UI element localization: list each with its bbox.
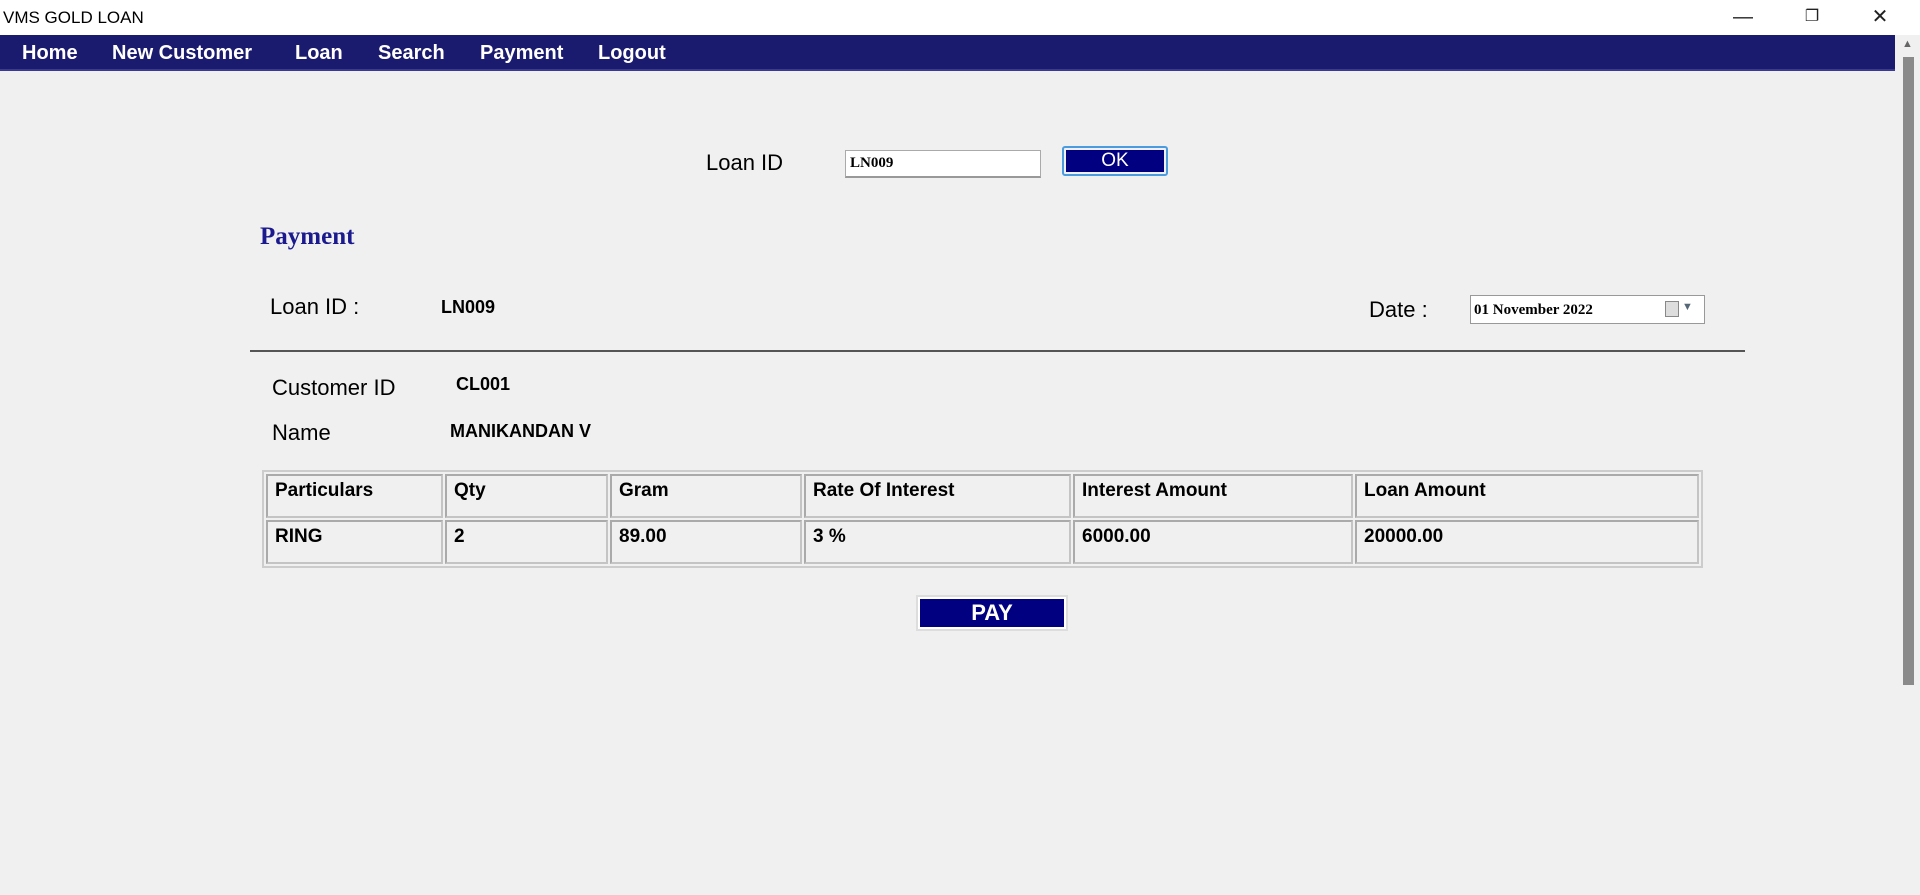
close-icon[interactable]: ✕ <box>1860 4 1900 30</box>
pay-button[interactable]: PAY <box>916 595 1068 631</box>
scrollbar-thumb[interactable] <box>1903 57 1914 685</box>
scrollbar[interactable]: ▲ <box>1897 35 1920 895</box>
name-value: MANIKANDAN V <box>450 421 591 441</box>
date-picker[interactable]: 01 November 2022 ▼ <box>1470 295 1705 324</box>
scroll-up-icon[interactable]: ▲ <box>1902 38 1913 50</box>
cell-rate: 3 % <box>804 520 1071 564</box>
nav-bar: Home New Customer Loan Search Payment Lo… <box>0 35 1895 71</box>
table-row: RING 2 89.00 3 % 6000.00 20000.00 <box>266 520 1699 564</box>
header-rate: Rate Of Interest <box>804 474 1071 518</box>
loan-id-label: Loan ID : <box>270 294 360 319</box>
date-value: 01 November 2022 <box>1474 302 1593 318</box>
nav-search[interactable]: Search <box>378 42 445 65</box>
title-bar: VMS GOLD LOAN — ❐ ✕ <box>0 0 1920 35</box>
nav-payment[interactable]: Payment <box>480 42 563 65</box>
loan-id-input[interactable] <box>845 150 1041 178</box>
divider <box>250 350 1745 352</box>
nav-logout[interactable]: Logout <box>598 42 666 65</box>
table-header-row: Particulars Qty Gram Rate Of Interest In… <box>266 474 1699 518</box>
minimize-icon[interactable]: — <box>1723 4 1763 30</box>
pay-button-label: PAY <box>920 599 1064 627</box>
customer-id-label: Customer ID <box>272 375 396 400</box>
window-title: VMS GOLD LOAN <box>3 8 144 27</box>
loan-items-table: Particulars Qty Gram Rate Of Interest In… <box>262 470 1703 568</box>
ok-button-label: OK <box>1066 150 1164 172</box>
header-qty: Qty <box>445 474 608 518</box>
cell-gram: 89.00 <box>610 520 802 564</box>
nav-loan[interactable]: Loan <box>295 42 343 65</box>
loan-id-search-label: Loan ID <box>706 150 784 175</box>
cell-loan-amount: 20000.00 <box>1355 520 1699 564</box>
chevron-down-icon[interactable]: ▼ <box>1682 301 1693 313</box>
calendar-icon[interactable] <box>1665 301 1679 317</box>
nav-home[interactable]: Home <box>22 42 78 65</box>
header-gram: Gram <box>610 474 802 518</box>
cell-interest-amount: 6000.00 <box>1073 520 1353 564</box>
ok-button[interactable]: OK <box>1062 146 1168 176</box>
header-loan-amount: Loan Amount <box>1355 474 1699 518</box>
restore-icon[interactable]: ❐ <box>1792 4 1832 30</box>
nav-new-customer[interactable]: New Customer <box>112 42 252 65</box>
date-label: Date : <box>1369 297 1428 322</box>
cell-qty: 2 <box>445 520 608 564</box>
section-title: Payment <box>260 223 355 250</box>
header-particulars: Particulars <box>266 474 443 518</box>
loan-id-value: LN009 <box>441 297 496 317</box>
header-interest-amount: Interest Amount <box>1073 474 1353 518</box>
cell-particulars: RING <box>266 520 443 564</box>
customer-id-value: CL001 <box>456 374 511 394</box>
name-label: Name <box>272 420 331 445</box>
